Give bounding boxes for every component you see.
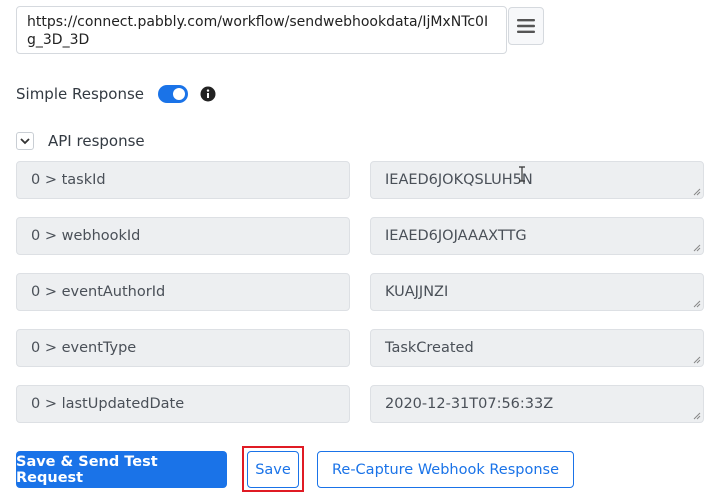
response-value-field[interactable]: KUAJJNZI <box>370 273 704 311</box>
response-value-text: KUAJJNZI <box>385 284 449 300</box>
resize-grip-icon[interactable] <box>693 412 701 420</box>
recapture-webhook-response-button[interactable]: Re-Capture Webhook Response <box>317 451 574 488</box>
response-key-field: 0 > taskId <box>16 161 350 199</box>
save-send-test-request-button[interactable]: Save & Send Test Request <box>16 451 227 488</box>
resize-grip-icon[interactable] <box>693 300 701 308</box>
simple-response-label: Simple Response <box>16 85 145 103</box>
resize-grip-icon[interactable] <box>693 356 701 364</box>
response-field-row: 0 > webhookId IEAED6JOJAAAXTTG <box>16 217 704 257</box>
response-value-field[interactable]: TaskCreated <box>370 329 704 367</box>
response-key-field: 0 > eventType <box>16 329 350 367</box>
response-value-text: IEAED6JOKQSLUH5N <box>385 172 533 188</box>
api-response-header[interactable]: API response <box>16 130 145 152</box>
hamburger-menu-icon <box>517 19 535 33</box>
chevron-down-icon <box>20 137 30 144</box>
toggle-knob <box>173 88 186 100</box>
response-field-row: 0 > eventAuthorId KUAJJNZI <box>16 273 704 313</box>
webhook-url-field[interactable]: https://connect.pabbly.com/workflow/send… <box>16 6 507 54</box>
collapse-toggle[interactable] <box>16 132 34 150</box>
api-response-label: API response <box>48 132 145 150</box>
response-value-field[interactable]: IEAED6JOKQSLUH5N <box>370 161 704 199</box>
insert-menu-button[interactable] <box>508 7 544 45</box>
info-icon[interactable] <box>200 86 216 102</box>
simple-response-toggle[interactable] <box>158 85 189 103</box>
response-value-text: IEAED6JOJAAAXTTG <box>385 228 527 244</box>
resize-grip-icon[interactable] <box>693 188 701 196</box>
save-button[interactable]: Save <box>247 451 299 488</box>
response-value-text: 2020-12-31T07:56:33Z <box>385 396 554 412</box>
resize-grip-icon[interactable] <box>693 244 701 252</box>
response-field-row: 0 > lastUpdatedDate 2020-12-31T07:56:33Z <box>16 385 704 425</box>
response-field-row: 0 > taskId IEAED6JOKQSLUH5N <box>16 161 704 201</box>
simple-response-row: Simple Response <box>16 82 216 106</box>
response-value-text: TaskCreated <box>385 340 474 356</box>
response-value-field[interactable]: 2020-12-31T07:56:33Z <box>370 385 704 423</box>
response-key-field: 0 > eventAuthorId <box>16 273 350 311</box>
text-cursor-icon <box>519 166 525 182</box>
response-value-field[interactable]: IEAED6JOJAAAXTTG <box>370 217 704 255</box>
response-key-field: 0 > lastUpdatedDate <box>16 385 350 423</box>
response-field-row: 0 > eventType TaskCreated <box>16 329 704 369</box>
response-key-field: 0 > webhookId <box>16 217 350 255</box>
